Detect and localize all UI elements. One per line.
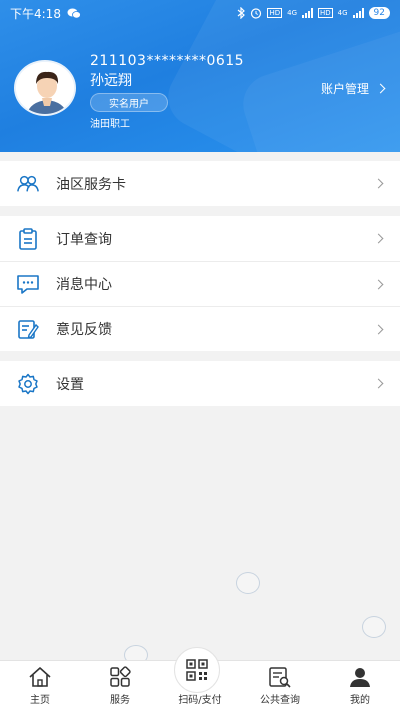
alarm-icon [251,8,262,19]
bottom-tab-bar: 主页 服务 扫码/支付 公共查询 我的 [0,647,400,711]
tab-label: 服务 [110,695,130,706]
menu-group-main: 订单查询 消息中心 意见反馈 [0,216,400,351]
floating-bubble [236,572,260,594]
users-icon [16,172,40,196]
chevron-right-icon [373,233,384,244]
status-bar: 下午4:18 HD 4G HD 4G 92 [0,0,400,26]
menu-item-label: 消息中心 [56,277,112,293]
menu-item-feedback[interactable]: 意见反馈 [0,306,400,351]
battery-icon: 92 [368,7,390,19]
person-icon [349,665,371,689]
bluetooth-icon [238,7,246,19]
chevron-right-icon [373,378,384,389]
menu-item-messages[interactable]: 消息中心 [0,261,400,306]
menu-item-settings[interactable]: 设置 [0,361,400,406]
hd-indicator: HD [318,8,333,18]
signal-icon [302,8,313,18]
profile-header: 下午4:18 HD 4G HD 4G 92 211103********0615… [0,0,400,152]
avatar[interactable] [14,60,76,116]
gear-icon [16,372,40,396]
network-type: 4G [287,9,297,17]
id-number: 211103********0615 [90,53,245,69]
status-time: 下午4:18 [10,6,61,21]
wechat-icon [67,8,81,19]
verified-badge: 实名用户 [90,93,168,112]
menu-group-settings: 设置 [0,361,400,406]
chevron-right-icon [373,178,384,189]
message-icon [16,272,40,296]
qr-code-icon [186,659,208,681]
tab-label: 主页 [30,695,50,706]
tab-label: 我的 [350,695,370,706]
user-name: 孙远翔 [90,73,132,89]
chevron-right-icon [373,279,384,290]
menu-item-label: 油区服务卡 [56,176,126,193]
chevron-right-icon [373,324,384,335]
clipboard-icon [16,227,40,251]
tab-services[interactable]: 服务 [80,661,160,711]
floating-bubble [362,616,386,638]
network-type: 4G [337,9,348,17]
home-icon [28,665,52,689]
profile-info: 211103********0615 孙远翔 实名用户 油田职工 [90,53,244,130]
menu-item-label: 意见反馈 [56,322,112,338]
user-category: 油田职工 [90,119,130,130]
tab-public-query[interactable]: 公共查询 [240,661,320,711]
feedback-icon [16,317,40,341]
menu-item-label: 设置 [56,376,84,393]
tab-scan-pay[interactable]: 扫码/支付 [160,647,240,711]
account-management-label: 账户管理 [320,82,369,96]
menu-group-cards: 油区服务卡 [0,161,400,206]
menu-item-label: 订单查询 [56,231,112,248]
signal-icon [352,8,364,18]
tab-label: 扫码/支付 [178,695,222,706]
tab-home[interactable]: 主页 [0,661,80,711]
tab-label: 公共查询 [260,695,300,706]
account-management-link[interactable]: 账户管理 [320,80,386,97]
services-grid-icon [109,665,131,689]
menu-item-orders[interactable]: 订单查询 [0,216,400,261]
public-query-icon [268,665,292,689]
hd-indicator: HD [267,8,283,18]
scan-button[interactable] [174,647,220,693]
user-avatar-icon [16,62,74,114]
chevron-right-icon [375,83,386,94]
tab-mine[interactable]: 我的 [320,661,400,711]
menu-item-service-card[interactable]: 油区服务卡 [0,161,400,206]
